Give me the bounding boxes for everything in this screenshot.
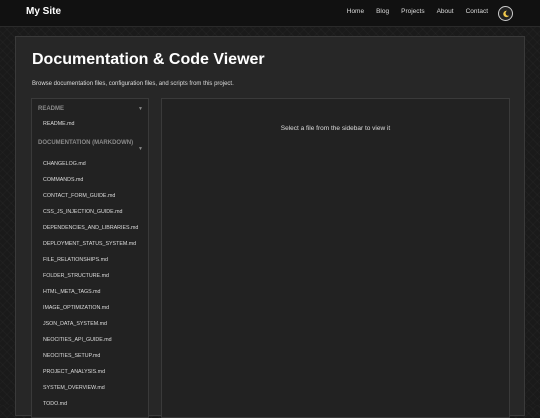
site-title[interactable]: My Site xyxy=(26,6,61,17)
file-item[interactable]: DEPENDENCIES_AND_LIBRARIES.md xyxy=(43,225,138,231)
section-readme[interactable]: README ▼ xyxy=(38,106,143,113)
docs-panel: Documentation & Code Viewer Browse docum… xyxy=(15,36,525,418)
section-docs[interactable]: DOCUMENTATION (MARKDOWN) ▼ xyxy=(38,140,143,152)
file-item[interactable]: SYSTEM_OVERVIEW.md xyxy=(43,385,105,391)
moon-icon xyxy=(502,10,509,17)
file-item[interactable]: FOLDER_STRUCTURE.md xyxy=(43,273,109,279)
viewer-placeholder: Select a file from the sidebar to view i… xyxy=(280,125,391,132)
nav-blog[interactable]: Blog xyxy=(376,8,389,15)
file-item[interactable]: FILE_RELATIONSHIPS.md xyxy=(43,257,108,263)
main-nav: Home Blog Projects About Contact xyxy=(347,8,488,15)
file-viewer: Select a file from the sidebar to view i… xyxy=(161,98,510,418)
nav-home[interactable]: Home xyxy=(347,8,364,15)
file-item[interactable]: IMAGE_OPTIMIZATION.md xyxy=(43,305,109,311)
site-header: My Site Home Blog Projects About Contact xyxy=(0,0,540,27)
page-title: Documentation & Code Viewer xyxy=(32,51,265,68)
file-item[interactable]: JSON_DATA_SYSTEM.md xyxy=(43,321,107,327)
file-item[interactable]: CSS_JS_INJECTION_GUIDE.md xyxy=(43,209,122,215)
file-sidebar: README ▼ README.md DOCUMENTATION (MARKDO… xyxy=(31,98,149,418)
file-item[interactable]: TODO.md xyxy=(43,401,67,407)
file-item[interactable]: DEPLOYMENT_STATUS_SYSTEM.md xyxy=(43,241,136,247)
file-item[interactable]: PROJECT_ANALYSIS.md xyxy=(43,369,105,375)
file-item[interactable]: NEOCITIES_API_GUIDE.md xyxy=(43,337,112,343)
file-item-readme[interactable]: README.md xyxy=(43,121,75,127)
chevron-down-icon: ▼ xyxy=(138,106,143,112)
nav-about[interactable]: About xyxy=(437,8,454,15)
page-description: Browse documentation files, configuratio… xyxy=(32,81,234,87)
file-item[interactable]: HTML_META_TAGS.md xyxy=(43,289,101,295)
file-item[interactable]: CONTACT_FORM_GUIDE.md xyxy=(43,193,115,199)
file-item[interactable]: COMMANDS.md xyxy=(43,177,83,183)
section-docs-label: DOCUMENTATION (MARKDOWN) xyxy=(38,140,134,146)
theme-toggle-button[interactable] xyxy=(498,6,513,21)
section-readme-label: README xyxy=(38,106,65,112)
nav-contact[interactable]: Contact xyxy=(466,8,488,15)
file-item[interactable]: CHANGELOG.md xyxy=(43,161,86,167)
nav-projects[interactable]: Projects xyxy=(401,8,424,15)
chevron-down-icon: ▼ xyxy=(138,146,143,152)
file-item[interactable]: NEOCITIES_SETUP.md xyxy=(43,353,100,359)
